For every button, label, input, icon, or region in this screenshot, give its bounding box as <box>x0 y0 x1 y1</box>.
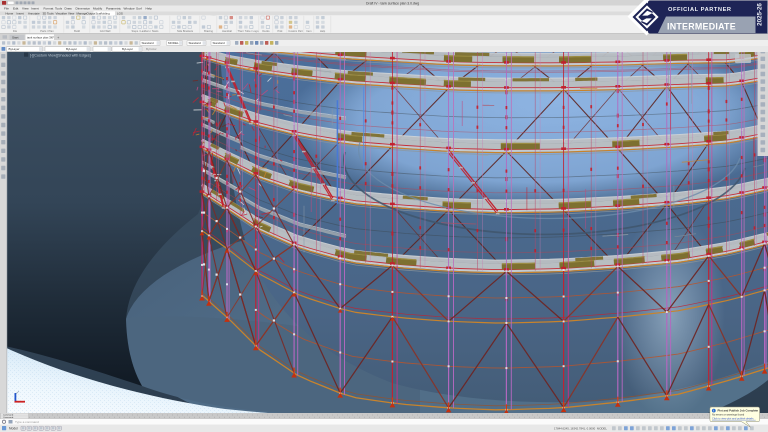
svg-text:Output: Output <box>87 12 96 16</box>
svg-text:View: View <box>22 7 29 11</box>
svg-text:MODEL: MODEL <box>168 41 179 45</box>
svg-text:Model: Model <box>9 427 18 431</box>
svg-text:Modify: Modify <box>93 7 103 11</box>
svg-text:Scaffolding: Scaffolding <box>96 12 111 16</box>
svg-text:Click to view plot and publish: Click to view plot and publish details..… <box>712 416 756 420</box>
svg-text:Help: Help <box>146 7 153 11</box>
svg-text:Side Brackets: Side Brackets <box>177 29 194 33</box>
svg-text:Handrail: Handrail <box>222 29 232 33</box>
svg-text:Command:: Command: <box>3 417 14 419</box>
svg-text:ByLayer: ByLayer <box>122 47 133 51</box>
svg-text:Plot and Publish Job Complete: Plot and Publish Job Complete <box>718 409 759 413</box>
svg-text:Thai / Tube / Logo: Thai / Tube / Logo <box>238 29 259 33</box>
svg-text:LGS: LGS <box>117 12 123 16</box>
svg-text:ByLayer: ByLayer <box>9 47 20 51</box>
svg-text:File: File <box>4 7 9 11</box>
svg-text:Home: Home <box>6 12 14 16</box>
svg-text:Decks: Decks <box>262 29 270 33</box>
svg-text:Draw: Draw <box>65 7 73 11</box>
svg-text:No errors or warnings found: No errors or warnings found <box>712 413 745 417</box>
svg-text:Annotate: Annotate <box>28 12 40 16</box>
svg-text:Surf: Surf <box>136 7 142 11</box>
svg-text:INTERMEDIATE: INTERMEDIATE <box>667 21 736 31</box>
svg-text:Build: Build <box>74 29 80 33</box>
svg-text:Pick: Pick <box>278 29 284 33</box>
svg-text:Tools: Tools <box>55 7 63 11</box>
svg-text:ByLayer: ByLayer <box>66 47 77 51</box>
svg-text:Command:: Command: <box>3 415 14 417</box>
svg-text:Item: Item <box>306 29 311 33</box>
svg-text:Type a command: Type a command <box>15 420 39 424</box>
svg-text:View: View <box>68 12 75 16</box>
svg-text:Parametric: Parametric <box>106 7 121 11</box>
svg-text:×: × <box>51 36 53 40</box>
svg-text:Steps / Ladders / Stairs: Steps / Ladders / Stairs <box>132 29 160 33</box>
svg-text:Draft IV - tank surface plan 3: Draft IV - tank surface plan 3.0.dwg <box>366 1 419 5</box>
svg-text:Standard: Standard <box>189 41 202 45</box>
svg-text:Standard: Standard <box>213 41 226 45</box>
svg-text:Parts / Plan: Parts / Plan <box>40 29 54 33</box>
svg-text:Insert: Insert <box>17 12 24 16</box>
svg-text:[-][Custom View][Shaded with E: [-][Custom View][Shaded with Edges] <box>30 53 91 57</box>
svg-text:Standard: Standard <box>142 41 155 45</box>
svg-text:MODEL: MODEL <box>597 427 607 431</box>
svg-text:Start: Start <box>12 36 19 40</box>
svg-text:File: File <box>13 29 18 33</box>
svg-text:Edit: Edit <box>13 7 18 11</box>
svg-text:Grid Wall: Grid Wall <box>100 29 111 33</box>
svg-text:Visualize: Visualize <box>56 12 68 16</box>
svg-text:Format: Format <box>44 7 54 11</box>
svg-text:3D Tools: 3D Tools <box>43 12 55 16</box>
svg-text:Window: Window <box>124 7 136 11</box>
svg-text:Insert: Insert <box>31 7 39 11</box>
svg-text:Help: Help <box>320 29 326 33</box>
svg-text:Dimension: Dimension <box>76 7 91 11</box>
svg-text:17844.6245, 16342.7841, 0.0000: 17844.6245, 16342.7841, 0.0000 <box>554 427 596 431</box>
svg-text:ByColor: ByColor <box>146 47 157 51</box>
svg-text:Bracing: Bracing <box>204 29 213 33</box>
svg-text:2025-26: 2025-26 <box>757 3 764 26</box>
svg-text:Custom Part: Custom Part <box>288 29 303 33</box>
svg-text:OFFICIAL PARTNER: OFFICIAL PARTNER <box>668 7 732 13</box>
